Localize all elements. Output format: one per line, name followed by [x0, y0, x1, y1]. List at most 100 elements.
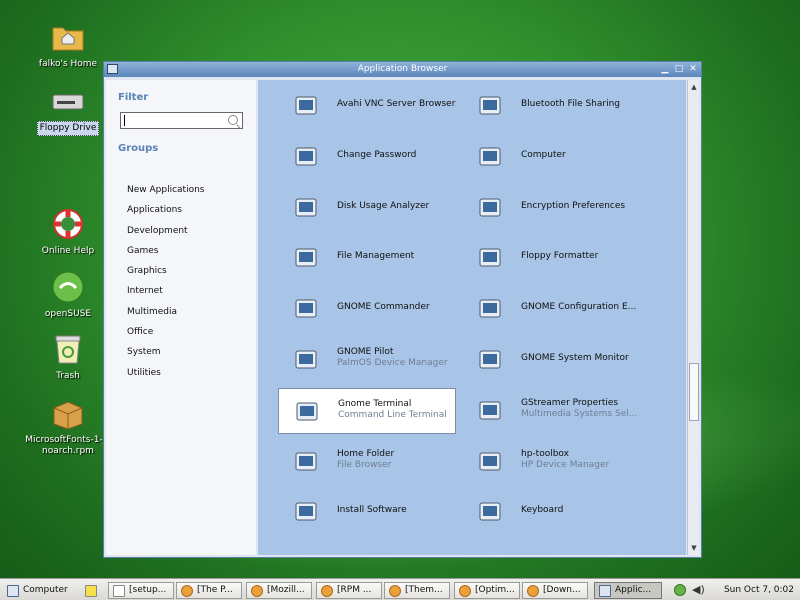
window-menu-icon[interactable] [107, 64, 118, 74]
app-item[interactable]: Bluetooth File Sharing [462, 83, 640, 129]
taskbar-task-button[interactable]: [setup... [108, 582, 174, 599]
app-item[interactable]: Gnome Terminal Command Line Terminal [278, 387, 456, 434]
filter-heading: Filter [118, 92, 149, 103]
window-titlebar[interactable]: Application Browser ▁ □ ✕ [104, 62, 701, 77]
taskbar-task-label: [Mozill... [267, 585, 305, 595]
firefox-icon [389, 585, 401, 597]
taskbar-task-button[interactable]: [Down... [522, 582, 588, 599]
applications-grid: Avahi VNC Server Browser Bluetooth File S… [258, 80, 686, 555]
app-item[interactable]: Computer [462, 134, 640, 180]
firefox-icon [251, 585, 263, 597]
keyboard-icon [478, 500, 502, 524]
document-icon [113, 585, 125, 597]
group-internet[interactable]: Internet [127, 285, 204, 305]
app-item[interactable]: Floppy Formatter [462, 235, 640, 281]
search-icon[interactable] [228, 115, 238, 125]
group-development[interactable]: Development [127, 225, 204, 245]
taskbar-task-button[interactable]: [The P... [176, 582, 242, 599]
group-office[interactable]: Office [127, 326, 204, 346]
scroll-thumb[interactable] [689, 363, 699, 421]
app-description: Multimedia Systems Sel... [521, 408, 638, 419]
opensuse-gecko-icon [51, 270, 85, 304]
app-name: Avahi VNC Server Browser [337, 99, 456, 109]
app-name: Bluetooth File Sharing [521, 99, 621, 109]
encryption-keys-icon [478, 196, 502, 220]
app-name: Floppy Formatter [521, 251, 599, 262]
group-new-applications[interactable]: New Applications [127, 184, 204, 204]
computer-icon [478, 145, 502, 169]
computer-menu-button[interactable]: Computer [2, 582, 72, 599]
firefox-icon [527, 585, 539, 597]
clock[interactable]: Sun Oct 7, 0:02 [724, 582, 794, 598]
system-monitor-icon [478, 348, 502, 372]
application-browser-window: Application Browser ▁ □ ✕ Filter Groups … [103, 61, 702, 558]
firefox-icon [321, 585, 333, 597]
maximize-icon[interactable]: □ [673, 63, 685, 75]
taskbar-task-label: [Optim... [475, 585, 515, 595]
notes-launcher[interactable] [80, 582, 102, 599]
minimize-icon[interactable]: ▁ [659, 63, 671, 75]
group-multimedia[interactable]: Multimedia [127, 306, 204, 326]
group-games[interactable]: Games [127, 245, 204, 265]
app-item[interactable]: Encryption Preferences [462, 185, 640, 231]
group-applications[interactable]: Applications [127, 204, 204, 224]
desktop-icon-label: Online Help [41, 246, 95, 256]
trash-icon [51, 332, 85, 366]
app-item[interactable]: Home Folder File Browser [278, 439, 456, 485]
app-item[interactable]: Change Password [278, 134, 456, 180]
gnome-commander-icon [294, 297, 318, 321]
bluetooth-icon [478, 94, 502, 118]
disk-usage-icon [294, 196, 318, 220]
app-item[interactable]: GNOME Commander [278, 286, 456, 332]
file-manager-icon [294, 246, 318, 270]
taskbar-task-label: [Down... [543, 585, 581, 595]
config-editor-icon [478, 297, 502, 321]
app-description: PalmOS Device Manager [337, 358, 448, 368]
taskbar-task-button[interactable]: [Them... [384, 582, 450, 599]
taskbar-task-button[interactable]: Applic... [594, 582, 662, 599]
firefox-icon [459, 585, 471, 597]
taskbar-task-button[interactable]: [Optim... [454, 582, 520, 599]
app-name: Gnome Terminal [338, 398, 412, 409]
desktop-icon-label: falko's Home [38, 59, 98, 69]
taskbar-task-label: [RPM ... [337, 585, 372, 595]
app-name: GNOME System Monitor [521, 353, 629, 363]
app-name: Encryption Preferences [521, 200, 626, 211]
group-utilities[interactable]: Utilities [127, 367, 204, 387]
app-item[interactable]: Avahi VNC Server Browser [278, 83, 456, 129]
app-item[interactable]: hp-toolbox HP Device Manager [462, 439, 640, 485]
app-item[interactable]: GNOME System Monitor [462, 337, 640, 383]
app-item[interactable]: Keyboard [462, 489, 640, 535]
app-item[interactable]: GNOME Pilot PalmOS Device Manager [278, 337, 456, 383]
scroll-down-icon[interactable]: ▼ [689, 543, 699, 553]
app-item[interactable]: File Management [278, 235, 456, 281]
scroll-up-icon[interactable]: ▲ [689, 82, 699, 92]
app-description: File Browser [337, 459, 392, 470]
hp-logo-icon [478, 450, 502, 474]
vertical-scrollbar[interactable]: ▲ ▼ [687, 80, 699, 555]
computer-menu-label: Computer [23, 585, 68, 595]
taskbar-task-label: [Them... [405, 585, 443, 595]
app-name: Change Password [337, 149, 417, 160]
sidebar: Filter Groups New Applications Applicati… [106, 80, 256, 555]
app-name: Keyboard [521, 505, 564, 516]
app-item[interactable]: GNOME Configuration E... [462, 286, 640, 332]
application-window-icon [599, 585, 611, 597]
app-item[interactable]: Install Software [278, 489, 456, 535]
app-name: hp-toolbox [521, 448, 569, 459]
group-graphics[interactable]: Graphics [127, 265, 204, 285]
taskbar: Computer [setup... [The P... [Mozill... [RP… [0, 578, 800, 600]
gstreamer-icon [478, 399, 502, 423]
filter-search-input[interactable] [120, 112, 243, 129]
group-system[interactable]: System [127, 346, 204, 366]
home-folder-icon [51, 20, 85, 54]
taskbar-task-button[interactable]: [RPM ... [316, 582, 382, 599]
taskbar-task-button[interactable]: [Mozill... [246, 582, 312, 599]
app-item[interactable]: Disk Usage Analyzer [278, 185, 456, 231]
close-icon[interactable]: ✕ [687, 63, 699, 75]
app-item[interactable]: GStreamer Properties Multimedia Systems S… [462, 388, 640, 434]
volume-icon[interactable]: ◀) [692, 583, 706, 597]
app-name: Disk Usage Analyzer [337, 200, 430, 211]
package-box-icon [51, 396, 85, 430]
network-status-icon[interactable] [674, 584, 686, 596]
